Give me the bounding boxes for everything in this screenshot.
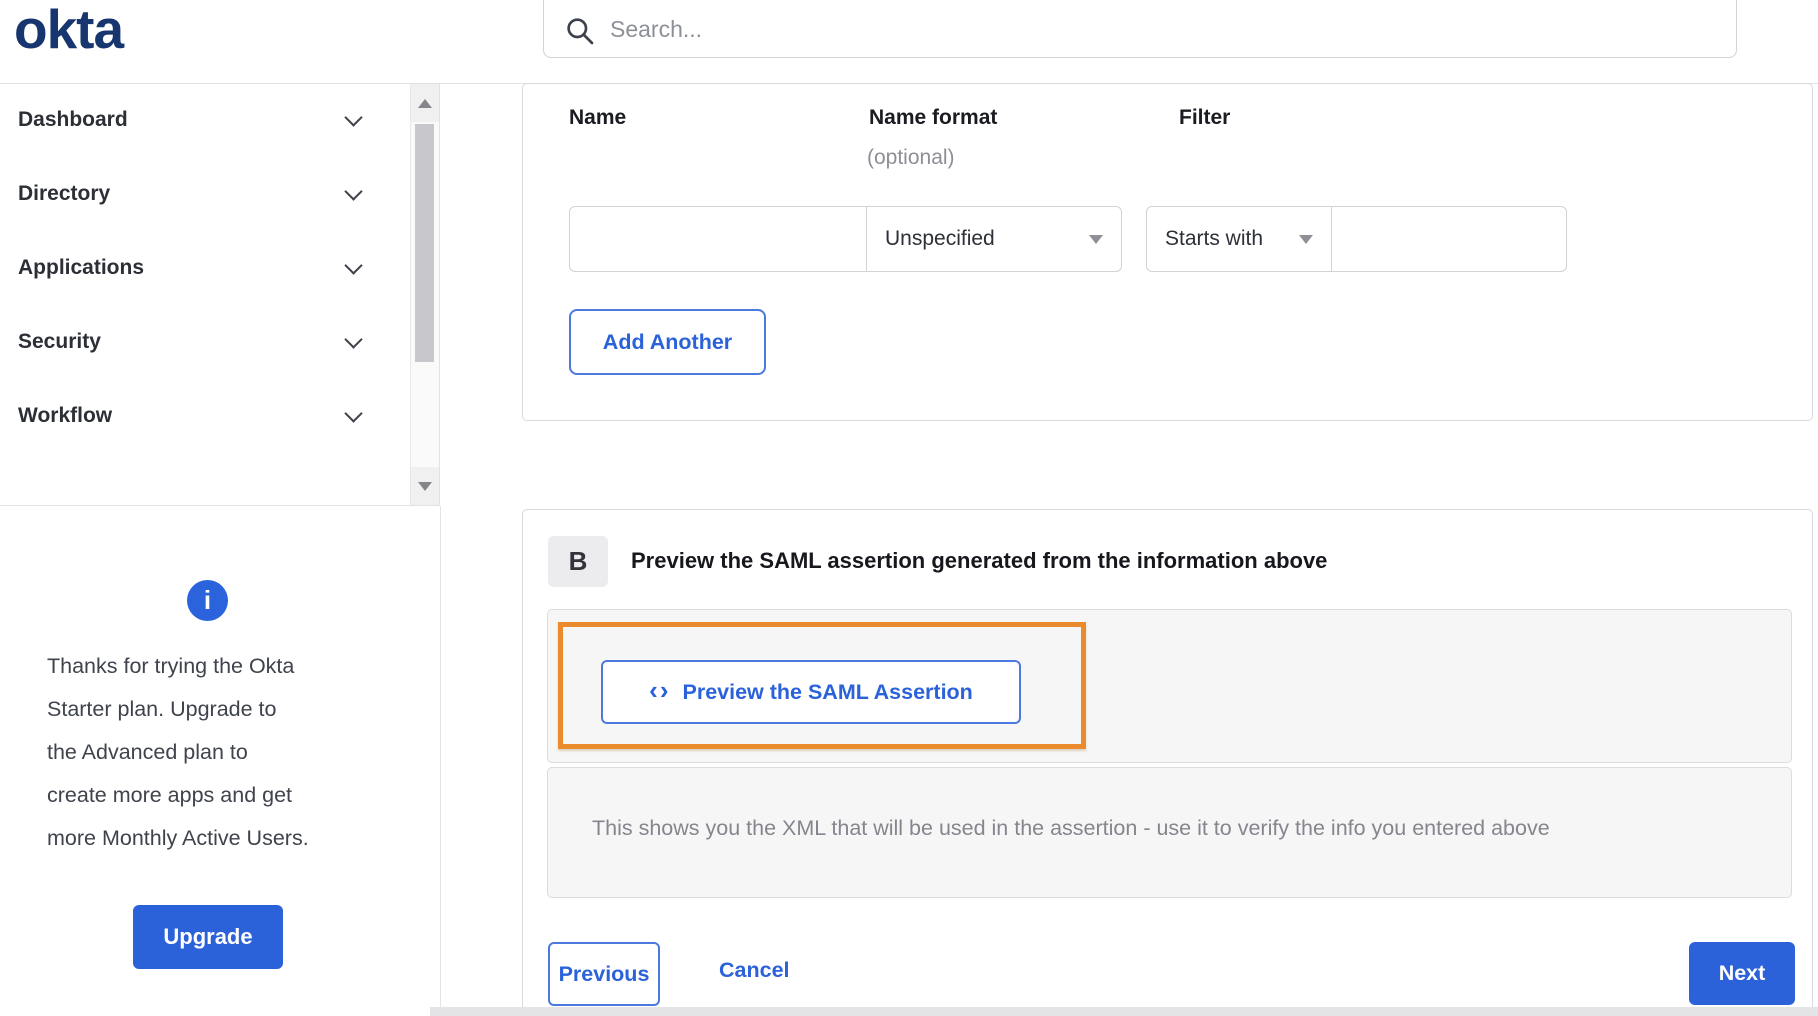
search-input[interactable] <box>610 11 1736 47</box>
sidebar-item-workflow[interactable]: Workflow <box>0 388 408 444</box>
filter-op-select[interactable]: Starts with <box>1146 206 1332 272</box>
filter-value-input[interactable] <box>1331 206 1567 272</box>
code-icon: ‹› <box>649 674 671 705</box>
attribute-form-panel: Name Name format (optional) Filter Unspe… <box>522 83 1813 421</box>
chevron-down-icon <box>344 181 363 201</box>
tutorial-highlight-box: ‹› Preview the SAML Assertion <box>558 622 1086 749</box>
sidebar-scrollbar[interactable] <box>410 84 439 505</box>
footer-strip <box>430 1007 1818 1016</box>
add-another-button[interactable]: Add Another <box>569 309 766 375</box>
scrollbar-thumb[interactable] <box>415 124 434 362</box>
upgrade-button[interactable]: Upgrade <box>133 905 283 969</box>
search-icon <box>567 18 594 45</box>
section-b-panel: B Preview the SAML assertion generated f… <box>522 509 1813 1016</box>
filter-label: Filter <box>1179 106 1231 129</box>
sidebar-item-dashboard[interactable]: Dashboard <box>0 92 408 148</box>
name-format-value: Unspecified <box>885 227 995 250</box>
dropdown-caret-icon <box>1299 234 1313 244</box>
preview-saml-button[interactable]: ‹› Preview the SAML Assertion <box>601 660 1021 724</box>
section-b-badge: B <box>548 536 608 587</box>
okta-admin-window: okta Dashboard Directory Applications Se… <box>0 0 1818 1016</box>
assertion-note: This shows you the XML that will be used… <box>592 816 1550 840</box>
scroll-down-button[interactable] <box>411 467 439 505</box>
optional-label: (optional) <box>867 146 955 169</box>
chevron-down-icon <box>344 403 363 423</box>
previous-button[interactable]: Previous <box>548 942 660 1006</box>
chevron-down-icon <box>344 329 363 349</box>
sidebar-item-label: Applications <box>18 256 145 279</box>
sidebar-item-label: Directory <box>18 182 111 205</box>
sidebar-item-security[interactable]: Security <box>0 314 408 370</box>
assertion-note-panel: This shows you the XML that will be used… <box>547 767 1792 898</box>
name-input[interactable] <box>569 206 867 272</box>
chevron-down-icon <box>344 107 363 127</box>
section-b-heading: Preview the SAML assertion generated fro… <box>631 548 1328 573</box>
preview-area: ‹› Preview the SAML Assertion <box>547 609 1792 763</box>
sidebar-item-directory[interactable]: Directory <box>0 166 408 222</box>
sidebar-item-label: Security <box>18 330 101 353</box>
sidebar-divider <box>440 506 441 1007</box>
dropdown-caret-icon <box>1089 234 1103 244</box>
global-search[interactable] <box>543 0 1737 58</box>
sidebar: Dashboard Directory Applications Securit… <box>0 83 440 506</box>
filter-op-value: Starts with <box>1165 227 1264 250</box>
scroll-up-button[interactable] <box>411 84 439 122</box>
next-button[interactable]: Next <box>1689 942 1795 1005</box>
sidebar-item-label: Dashboard <box>18 108 128 131</box>
info-icon: i <box>187 580 228 621</box>
cancel-link[interactable]: Cancel <box>719 958 790 983</box>
promo-text: Thanks for trying the Okta Starter plan.… <box>47 654 309 850</box>
chevron-down-icon <box>344 255 363 275</box>
name-format-select[interactable]: Unspecified <box>866 206 1122 272</box>
scroll-up-icon <box>418 98 432 108</box>
sidebar-item-label: Workflow <box>18 404 113 427</box>
name-format-label: Name format <box>869 106 998 129</box>
scroll-down-icon <box>418 481 432 491</box>
preview-saml-label: Preview the SAML Assertion <box>682 679 973 704</box>
name-label: Name <box>569 106 627 129</box>
sidebar-item-applications[interactable]: Applications <box>0 240 408 296</box>
okta-logo: okta <box>14 0 124 60</box>
